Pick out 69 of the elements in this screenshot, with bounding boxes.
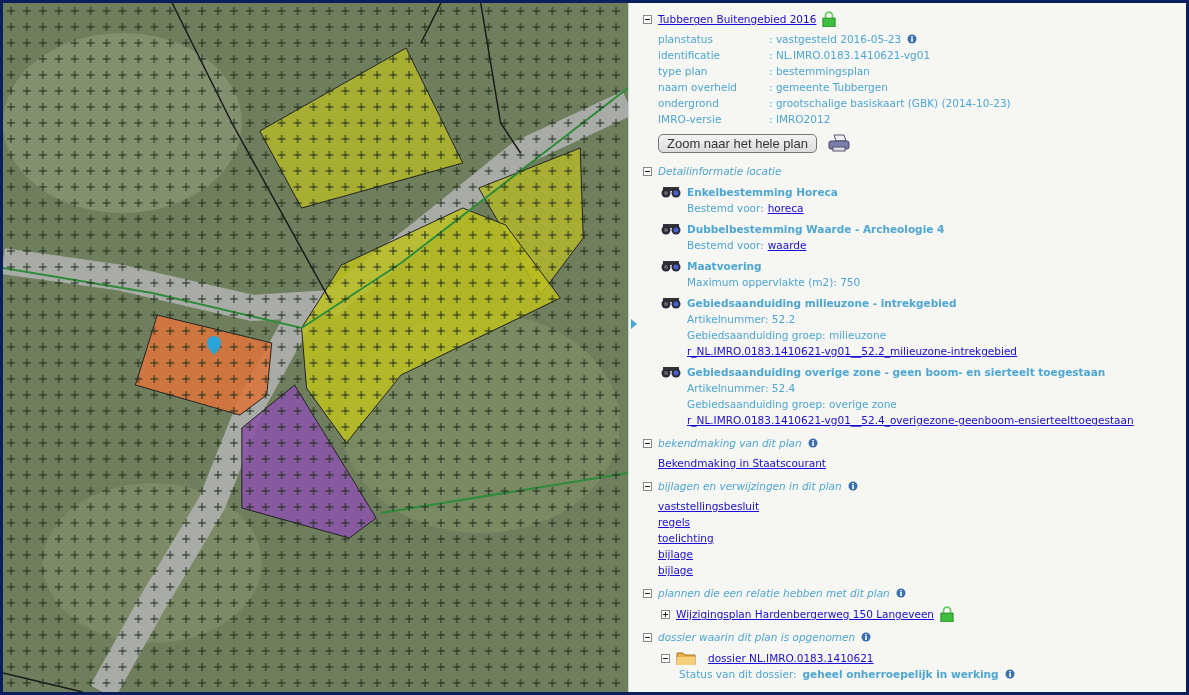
item-detail: Artikelnummer: 52.4 [687,381,796,396]
field-label: type plan [658,64,709,79]
item-detail: Gebiedsaanduiding groep: overige zone [687,397,897,412]
info-icon[interactable] [1004,669,1015,679]
section-title: Detailinformatie locatie [658,164,782,179]
field-value: : grootschalige basiskaart (GBK) (2014-10-23) [769,96,1011,111]
binoculars-icon[interactable] [661,366,681,378]
collapse-icon[interactable] [661,653,670,663]
binoculars-icon[interactable] [661,297,681,309]
info-icon[interactable] [807,438,818,448]
field-value: : IMRO2012 [769,112,831,127]
field-label: identificatie [658,48,722,63]
collapse-icon[interactable] [643,588,652,598]
document-link[interactable]: bijlage [658,562,693,578]
item-detail: Maximum oppervlakte (m2): 750 [687,275,861,290]
binoculars-icon[interactable] [661,260,681,272]
dossier-link[interactable]: dossier NL.IMRO.0183.1410621 [708,650,874,666]
item-title: Gebiedsaanduiding overige zone - geen boom- en sierteelt toegestaan [687,365,1106,380]
item-link[interactable]: r_NL.IMRO.0183.1410621-vg01__52.4_overigezone-geenboom-ensierteelttoegestaan [687,412,1134,428]
item-detail: Bestemd voor: [687,201,764,216]
item-title: Dubbelbestemming Waarde - Archeologie 4 [687,222,945,237]
printer-icon[interactable] [826,133,851,153]
item-title: Gebiedsaanduiding milieuzone - intrekgebied [687,296,957,311]
expand-icon[interactable] [661,609,670,619]
binoculars-icon[interactable] [661,223,681,235]
item-link[interactable]: waarde [767,237,807,253]
info-icon[interactable] [861,632,872,642]
document-link[interactable]: vaststellingsbesluit [658,498,760,514]
collapse-icon[interactable] [643,166,652,176]
item-link[interactable]: horeca [767,200,804,216]
field-label: IMRO-versie [658,112,723,127]
section-title: bekendmaking van dit plan [658,436,802,451]
status-label: Status van dit dossier: [679,667,797,682]
item-detail: Gebiedsaanduiding groep: milieuzone [687,328,887,343]
document-link[interactable]: toelichting [658,530,714,546]
field-label: planstatus [658,32,714,47]
document-link[interactable]: bijlage [658,546,693,562]
field-value: : NL.IMRO.0183.1410621-vg01 [769,48,931,63]
field-label: naam overheid [658,80,739,95]
collapse-icon[interactable] [643,438,652,448]
item-detail: Bestemd voor: [687,238,764,253]
panel-toggle-icon[interactable] [631,319,637,329]
info-icon[interactable] [895,588,906,598]
folder-icon [676,651,696,665]
related-plan-link[interactable]: Wijzigingsplan Hardenbergerweg 150 Langeveen [676,606,935,622]
status-value: geheel onherroepelijk in werking [802,667,999,682]
field-value: : vastgesteld 2016-05-23 [769,32,902,47]
field-label: ondergrond [658,96,720,111]
collapse-icon[interactable] [643,632,652,642]
section-title: bijlagen en verwijzingen in dit plan [658,479,842,494]
field-value: : bestemmingsplan [769,64,870,79]
document-link[interactable]: regels [658,514,691,530]
field-value: : gemeente Tubbergen [769,80,888,95]
collapse-icon[interactable] [643,14,652,24]
item-title: Enkelbestemming Horeca [687,185,838,200]
info-icon[interactable] [907,34,918,44]
item-link[interactable]: r_NL.IMRO.0183.1410621-vg01__52.2_milieuzone-intrekgebied [687,343,1018,359]
section-title: dossier waarin dit plan is opgenomen [658,630,856,645]
lock-icon [822,11,837,27]
item-title: Maatvoering [687,259,762,274]
document-link[interactable]: Bekendmaking in Staatscourant [658,455,826,471]
section-title: plannen die een relatie hebben met dit plan [658,586,890,601]
zoom-plan-button[interactable]: Zoom naar het hele plan [658,133,817,153]
lock-icon [940,606,955,622]
item-detail: Artikelnummer: 52.2 [687,312,796,327]
info-icon[interactable] [847,481,858,491]
collapse-icon[interactable] [643,481,652,491]
plan-title-link[interactable]: Tubbergen Buitengebied 2016 [658,11,817,27]
binoculars-icon[interactable] [661,186,681,198]
